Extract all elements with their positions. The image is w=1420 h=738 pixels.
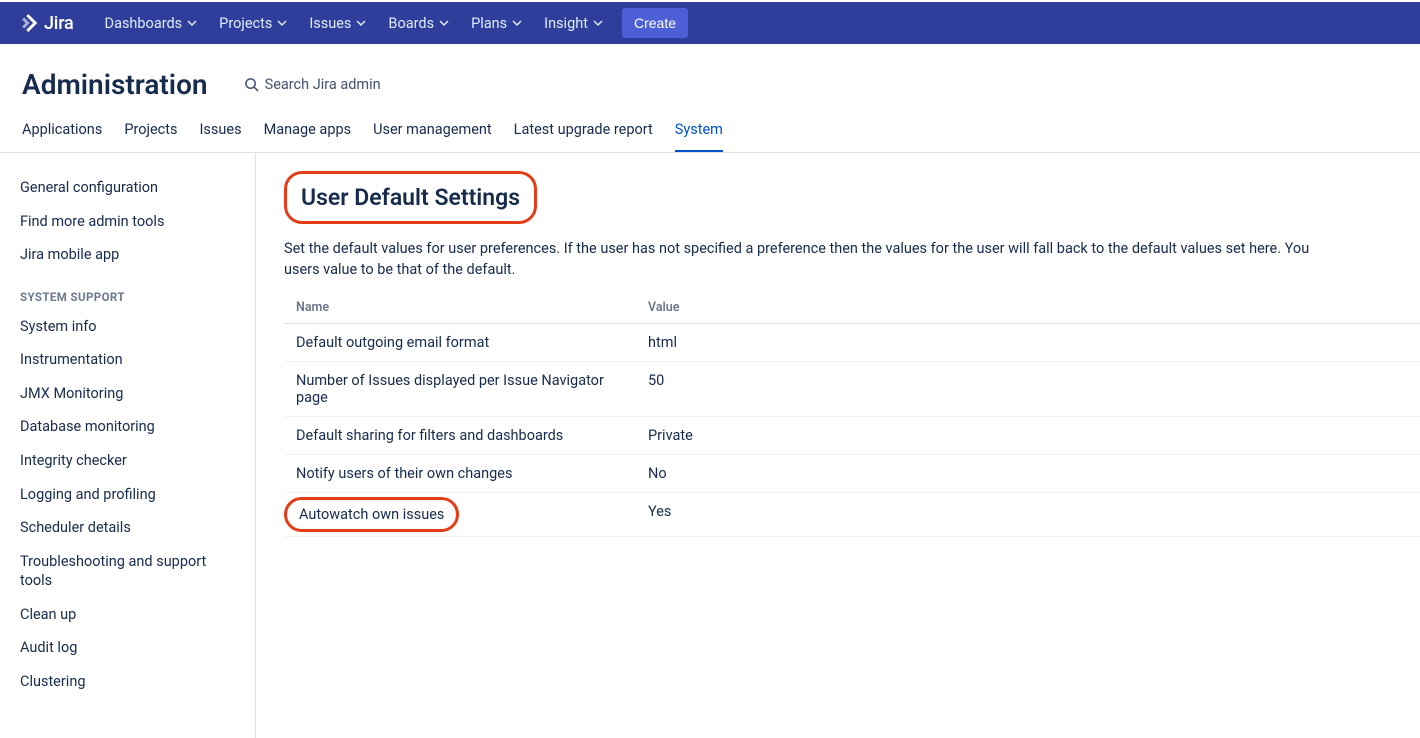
jira-logo[interactable]: Jira — [18, 12, 74, 34]
tab-label: System — [675, 121, 723, 138]
admin-title: Administration — [22, 68, 208, 101]
page-description-line1: Set the default values for user preferen… — [284, 240, 1309, 257]
tab-system[interactable]: System — [675, 111, 723, 152]
tab-label: Manage apps — [264, 121, 352, 138]
tab-label: Applications — [22, 121, 102, 138]
admin-header: Administration Search Jira admin — [0, 44, 1420, 111]
sidebar-item-clean-up[interactable]: Clean up — [0, 598, 255, 632]
chevron-down-icon — [277, 18, 287, 28]
tab-label: User management — [373, 121, 492, 138]
sidebar-item-troubleshooting-support-tools[interactable]: Troubleshooting and support tools — [0, 545, 255, 598]
col-name: Name — [284, 290, 636, 324]
page-title: User Default Settings — [301, 184, 520, 211]
setting-value: 50 — [636, 362, 1420, 417]
chevron-down-icon — [512, 18, 522, 28]
sidebar-item-database-monitoring[interactable]: Database monitoring — [0, 410, 255, 444]
sidebar-item-audit-log[interactable]: Audit log — [0, 631, 255, 665]
sidebar-group-system-support: SYSTEM SUPPORT — [0, 272, 255, 310]
main: User Default Settings Set the default va… — [256, 153, 1420, 738]
highlight-autowatch: Autowatch own issues — [284, 497, 459, 532]
tab-label: Issues — [199, 121, 241, 138]
nav-insight[interactable]: Insight — [533, 1, 614, 45]
tab-label: Projects — [124, 121, 177, 138]
sidebar-item-general-configuration[interactable]: General configuration — [0, 171, 255, 205]
tab-projects[interactable]: Projects — [124, 111, 177, 152]
nav-label: Issues — [309, 15, 351, 32]
settings-table: Name Value Default outgoing email format… — [284, 290, 1420, 537]
tab-manage-apps[interactable]: Manage apps — [264, 111, 352, 152]
sidebar-item-jmx-monitoring[interactable]: JMX Monitoring — [0, 377, 255, 411]
chevron-down-icon — [187, 18, 197, 28]
nav-plans[interactable]: Plans — [460, 1, 533, 45]
table-row: Number of Issues displayed per Issue Nav… — [284, 362, 1420, 417]
setting-name-cell: Autowatch own issues — [284, 493, 636, 537]
sidebar-item-find-more-admin-tools[interactable]: Find more admin tools — [0, 205, 255, 239]
page-description-line2: users value to be that of the default. — [284, 259, 1420, 280]
chevron-down-icon — [593, 18, 603, 28]
sidebar-item-instrumentation[interactable]: Instrumentation — [0, 343, 255, 377]
chevron-down-icon — [439, 18, 449, 28]
jira-logo-text: Jira — [44, 13, 74, 34]
sidebar-item-system-info[interactable]: System info — [0, 310, 255, 344]
nav-projects[interactable]: Projects — [208, 1, 298, 45]
setting-name: Notify users of their own changes — [284, 455, 636, 493]
create-button[interactable]: Create — [622, 8, 688, 38]
content: General configuration Find more admin to… — [0, 153, 1420, 738]
setting-value: No — [636, 455, 1420, 493]
tab-label: Latest upgrade report — [514, 121, 653, 138]
nav-dashboards[interactable]: Dashboards — [94, 1, 209, 45]
setting-name: Number of Issues displayed per Issue Nav… — [284, 362, 636, 417]
sidebar-item-scheduler-details[interactable]: Scheduler details — [0, 511, 255, 545]
highlight-page-title: User Default Settings — [284, 171, 537, 224]
setting-value: Private — [636, 417, 1420, 455]
nav-label: Plans — [471, 15, 507, 32]
table-row: Notify users of their own changes No — [284, 455, 1420, 493]
nav-issues[interactable]: Issues — [298, 1, 377, 45]
search-icon — [244, 77, 259, 92]
setting-name: Default sharing for filters and dashboar… — [284, 417, 636, 455]
table-row: Default outgoing email format html — [284, 324, 1420, 362]
admin-search[interactable]: Search Jira admin — [244, 76, 381, 93]
chevron-down-icon — [356, 18, 366, 28]
setting-name: Default outgoing email format — [284, 324, 636, 362]
nav-label: Boards — [388, 15, 434, 32]
sidebar: General configuration Find more admin to… — [0, 153, 256, 738]
col-value: Value — [636, 290, 1420, 324]
tab-user-management[interactable]: User management — [373, 111, 492, 152]
setting-value: Yes — [636, 493, 1420, 537]
sidebar-item-clustering[interactable]: Clustering — [0, 665, 255, 699]
sidebar-item-logging-and-profiling[interactable]: Logging and profiling — [0, 478, 255, 512]
sidebar-item-integrity-checker[interactable]: Integrity checker — [0, 444, 255, 478]
table-row: Autowatch own issues Yes — [284, 493, 1420, 537]
sidebar-item-jira-mobile-app[interactable]: Jira mobile app — [0, 238, 255, 272]
setting-value: html — [636, 324, 1420, 362]
nav-label: Dashboards — [105, 15, 183, 32]
nav-items: Dashboards Projects Issues Boards Plans … — [94, 1, 688, 45]
tab-applications[interactable]: Applications — [22, 111, 102, 152]
admin-search-label: Search Jira admin — [265, 76, 381, 93]
nav-label: Projects — [219, 15, 272, 32]
tab-latest-upgrade-report[interactable]: Latest upgrade report — [514, 111, 653, 152]
setting-name: Autowatch own issues — [299, 506, 444, 523]
top-nav: Jira Dashboards Projects Issues Boards P… — [0, 0, 1420, 44]
table-row: Default sharing for filters and dashboar… — [284, 417, 1420, 455]
page-description: Set the default values for user preferen… — [284, 238, 1420, 280]
nav-boards[interactable]: Boards — [377, 1, 460, 45]
jira-logo-icon — [18, 12, 40, 34]
admin-tabs: Applications Projects Issues Manage apps… — [0, 111, 1420, 153]
nav-label: Insight — [544, 15, 588, 32]
tab-issues[interactable]: Issues — [199, 111, 241, 152]
